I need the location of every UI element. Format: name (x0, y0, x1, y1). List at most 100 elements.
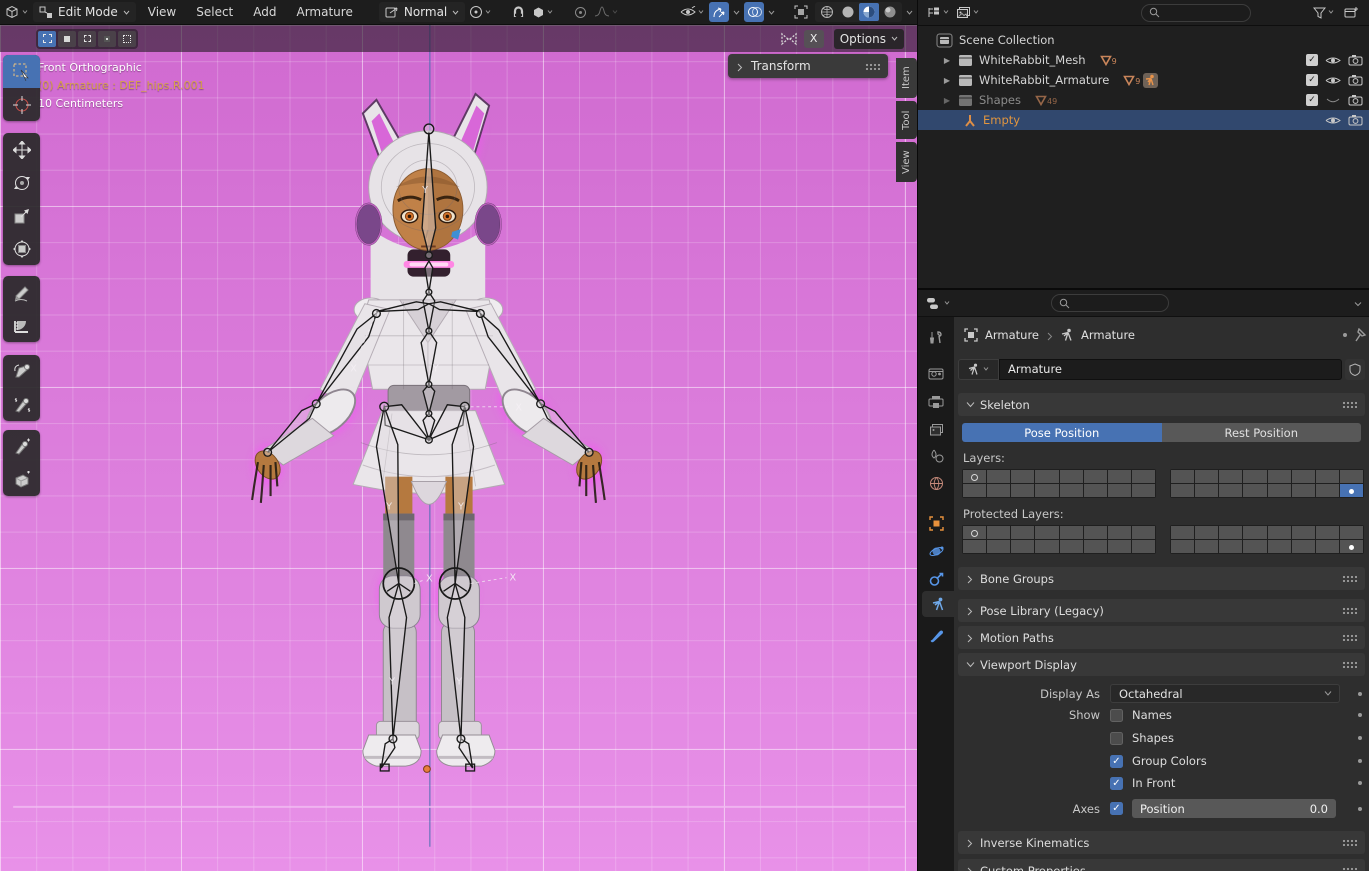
names-checkbox[interactable] (1110, 709, 1123, 722)
tab-data-armature[interactable] (922, 591, 954, 617)
armature-layer-cell[interactable] (1108, 484, 1131, 497)
tab-constraints[interactable] (918, 566, 954, 592)
tool-transform[interactable] (3, 232, 40, 265)
armature-layer-cell[interactable] (1243, 526, 1266, 539)
armature-layer-cell[interactable] (1171, 470, 1194, 483)
armature-layer-cell[interactable] (1035, 484, 1058, 497)
armature-id-dropdown[interactable] (958, 359, 999, 380)
armature-layer-cell[interactable] (1132, 540, 1155, 553)
tool-annotate[interactable] (3, 276, 40, 309)
outliner-row-whiterabbit-armature[interactable]: ▶ WhiteRabbit_Armature 9 ✓ (918, 70, 1369, 90)
transform-panel-header[interactable]: Transform (728, 54, 888, 78)
armature-layer-cell[interactable] (1292, 526, 1315, 539)
armature-layer-cell[interactable] (1195, 484, 1218, 497)
outliner-display-mode-icon[interactable] (956, 3, 980, 23)
options-dropdown[interactable]: Options (834, 29, 904, 49)
tool-select-box[interactable] (3, 55, 40, 88)
breadcrumb-object[interactable]: Armature (985, 328, 1039, 342)
pose-position-button[interactable]: Pose Position (962, 423, 1162, 442)
hide-eye-icon[interactable] (1325, 55, 1341, 66)
hide-eye-icon[interactable] (1325, 75, 1341, 86)
tool-rotate[interactable] (3, 166, 40, 199)
armature-layer-cell[interactable] (1243, 540, 1266, 553)
armature-layer-cell[interactable] (1084, 540, 1107, 553)
armature-layer-cell[interactable] (1171, 484, 1194, 497)
armature-layer-cell[interactable] (1108, 470, 1131, 483)
new-collection-icon[interactable] (1341, 3, 1361, 23)
viewport-display-panel-header[interactable]: Viewport Display (958, 653, 1365, 676)
armature-layer-cell[interactable] (1132, 484, 1155, 497)
camera-visibility-icon[interactable] (1348, 114, 1363, 126)
outliner-row-whiterabbit-mesh[interactable]: ▶ WhiteRabbit_Mesh 9 ✓ (918, 50, 1369, 70)
filter-icon[interactable] (1313, 3, 1335, 23)
menu-add[interactable]: Add (245, 3, 284, 21)
snap-target-icon[interactable] (532, 2, 554, 22)
shapes-checkbox[interactable] (1110, 732, 1123, 745)
armature-layer-cell[interactable] (1035, 540, 1058, 553)
display-as-dropdown[interactable]: Octahedral (1110, 684, 1340, 703)
tool-bone-relax[interactable] (3, 388, 40, 421)
tool-cursor[interactable] (3, 88, 40, 121)
armature-layer-cell[interactable] (1219, 540, 1242, 553)
armature-layer-cell[interactable] (1219, 470, 1242, 483)
armature-layer-cell[interactable] (1060, 470, 1083, 483)
shading-solid-icon[interactable] (838, 3, 858, 21)
sidebar-tab-view[interactable]: View (896, 142, 917, 182)
armature-layer-cell[interactable] (1132, 526, 1155, 539)
armature-layer-cell[interactable] (1340, 526, 1363, 539)
select-mode-set[interactable] (38, 31, 56, 47)
bone-groups-panel-header[interactable]: Bone Groups (958, 567, 1365, 590)
tab-view-layer[interactable] (918, 417, 954, 443)
armature-layer-cell[interactable] (987, 484, 1010, 497)
rest-position-button[interactable]: Rest Position (1162, 423, 1362, 442)
tool-bone-extrude[interactable] (3, 430, 40, 463)
armature-layer-cell[interactable] (1316, 470, 1339, 483)
editor-type-outliner-icon[interactable] (926, 3, 950, 23)
armature-layer-cell[interactable] (1035, 470, 1058, 483)
armature-layer-cell[interactable] (1171, 540, 1194, 553)
armature-layer-cell[interactable] (1035, 526, 1058, 539)
armature-layer-cell[interactable] (1268, 526, 1291, 539)
snap-magnet-icon[interactable] (508, 2, 528, 22)
armature-layer-cell[interactable] (1011, 484, 1034, 497)
menu-view[interactable]: View (140, 3, 184, 21)
armature-layer-cell[interactable] (1219, 484, 1242, 497)
hide-eye-closed-icon[interactable] (1325, 95, 1341, 106)
shading-rendered-icon[interactable] (880, 3, 900, 21)
camera-visibility-icon[interactable] (1348, 74, 1363, 86)
shading-material-icon[interactable] (859, 3, 879, 21)
custom-properties-panel-header[interactable]: Custom Properties (958, 859, 1365, 871)
armature-name-input[interactable]: Armature (999, 359, 1342, 380)
properties-search-input[interactable] (1051, 294, 1169, 312)
armature-layer-cell[interactable] (963, 484, 986, 497)
proportional-editing-icon[interactable] (570, 2, 590, 22)
shading-wireframe-icon[interactable] (817, 3, 837, 21)
armature-layer-cell[interactable] (1060, 484, 1083, 497)
collection-checkbox[interactable]: ✓ (1306, 54, 1318, 66)
armature-layer-cell[interactable] (1132, 470, 1155, 483)
breadcrumb-data[interactable]: Armature (1081, 328, 1135, 342)
armature-layer-cell[interactable] (1268, 484, 1291, 497)
armature-layer-cell[interactable] (987, 540, 1010, 553)
editor-type-3d-viewport-icon[interactable] (4, 2, 29, 22)
fake-user-shield-icon[interactable] (1345, 359, 1365, 380)
tab-tool[interactable] (918, 325, 954, 351)
armature-layer-cell[interactable] (1195, 540, 1218, 553)
armature-layer-cell[interactable] (1243, 484, 1266, 497)
collection-checkbox[interactable]: ✓ (1306, 94, 1318, 106)
armature-layer-cell[interactable] (1011, 540, 1034, 553)
outliner-row-shapes[interactable]: ▶ Shapes 49 ✓ (918, 90, 1369, 110)
armature-layer-cell[interactable] (1340, 470, 1363, 483)
tab-bone[interactable] (918, 622, 954, 648)
armature-layer-cell[interactable] (1268, 540, 1291, 553)
pose-library-panel-header[interactable]: Pose Library (Legacy) (958, 599, 1365, 622)
expand-arrow[interactable]: ▶ (942, 96, 952, 105)
armature-layer-cell[interactable] (1084, 470, 1107, 483)
pin-icon[interactable] (1354, 328, 1367, 342)
tab-render[interactable] (918, 361, 954, 387)
outliner-search-input[interactable] (1141, 4, 1251, 22)
collection-checkbox[interactable]: ✓ (1306, 74, 1318, 86)
armature-layer-cell[interactable] (1243, 470, 1266, 483)
tool-bone-roll[interactable] (3, 355, 40, 388)
viewport-3d[interactable]: YY YY YY XX XX Front Orthographic (0) Ar… (0, 25, 918, 871)
